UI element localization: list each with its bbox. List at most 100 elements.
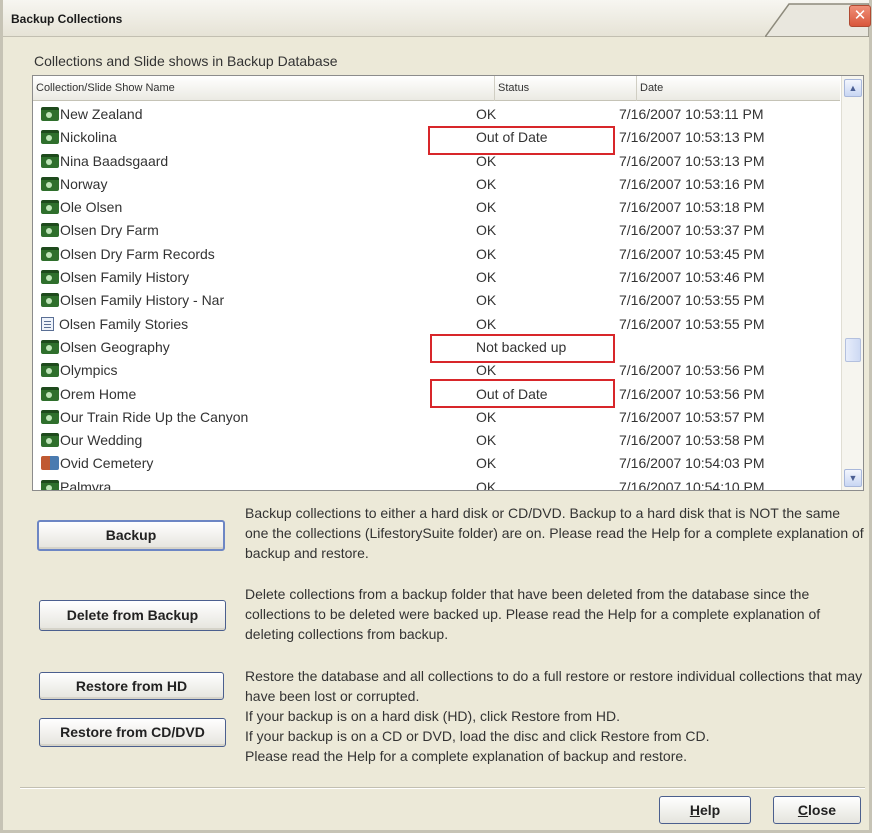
column-header-name[interactable]: Collection/Slide Show Name (33, 76, 495, 101)
list-row[interactable]: Palmyra OK 7/16/2007 10:54:10 PM (33, 476, 840, 491)
collection-icon (41, 363, 59, 378)
column-header-date[interactable]: Date (637, 76, 840, 101)
help-button-label: elp (699, 802, 721, 818)
row-name-cell: Olympics (41, 359, 118, 382)
row-status-cell: OK (476, 199, 497, 216)
row-name-cell: Olsen Geography (41, 336, 170, 359)
scroll-down-button[interactable]: ▼ (844, 469, 862, 487)
title-bar: Backup Collections ✕ (3, 0, 871, 37)
row-name-cell: Our Wedding (41, 429, 142, 452)
row-name-text: New Zealand (60, 106, 143, 122)
row-date-cell: 7/16/2007 10:53:56 PM (619, 362, 765, 379)
row-date-cell: 7/16/2007 10:53:11 PM (619, 106, 764, 122)
list-row[interactable]: Olsen Family History OK 7/16/2007 10:53:46… (33, 266, 840, 289)
row-name-cell: Palmyra (41, 476, 112, 491)
list-header: Collection/Slide Show Name Status Date (33, 76, 840, 101)
column-header-status[interactable]: Status (495, 76, 637, 101)
collection-icon (41, 176, 59, 191)
row-date-cell: 7/16/2007 10:54:10 PM (619, 478, 765, 491)
row-name-text: Olsen Family History (60, 269, 190, 286)
row-name-text: Olsen Dry Farm (60, 222, 159, 239)
collection-icon (41, 433, 59, 448)
row-name-text: Olsen Dry Farm Records (60, 245, 215, 262)
window-title: Backup Collections (11, 12, 123, 26)
row-name-text: Palmyra (60, 478, 112, 491)
scroll-thumb[interactable] (845, 338, 861, 362)
collection-icon (41, 223, 59, 238)
row-date-cell: 7/16/2007 10:53:13 PM (619, 129, 765, 146)
row-name-cell: Olsen Family History (41, 266, 189, 289)
restore-description-line: If your backup is on a hard disk (HD), c… (245, 708, 621, 724)
collection-icon (41, 130, 59, 145)
restore-from-hd-button[interactable]: Restore from HD (39, 672, 224, 700)
row-name-cell: Nickolina (41, 126, 117, 149)
row-name-text: Olympics (60, 362, 118, 379)
row-date-cell: 7/16/2007 10:53:56 PM (619, 385, 765, 402)
list-vertical-scrollbar[interactable]: ▲ ▼ (841, 76, 863, 490)
scroll-up-button[interactable]: ▲ (844, 79, 862, 97)
list-row[interactable]: Olsen Family History - Nar OK 7/16/2007 10… (33, 289, 840, 312)
row-status-cell: OK (476, 408, 497, 425)
row-name-cell: Ovid Cemetery (41, 452, 153, 475)
chevron-down-icon: ▼ (848, 473, 858, 483)
row-status-cell: OK (476, 175, 497, 192)
row-name-cell: Olsen Dry Farm (41, 219, 159, 242)
row-name-text: Our Train Ride Up the Canyon (60, 408, 249, 425)
list-row[interactable]: Norway OK 7/16/2007 10:53:16 PM (33, 173, 840, 196)
backup-collections-window: Backup Collections ✕ Collections and Sli… (0, 0, 872, 833)
collection-icon (41, 153, 59, 168)
collection-icon (41, 246, 59, 261)
list-row[interactable]: New Zealand OK 7/16/2007 10:53:11 PM (33, 103, 840, 126)
row-status-cell: OK (476, 269, 497, 286)
collection-icon (41, 339, 59, 354)
list-row[interactable]: Our Train Ride Up the Canyon OK 7/16/2007 … (33, 406, 840, 429)
collection-icon (41, 270, 59, 285)
list-row[interactable]: Olsen Dry Farm Records OK 7/16/2007 10:53:… (33, 243, 840, 266)
window-close-button[interactable]: ✕ (849, 5, 871, 27)
row-date-cell: 7/16/2007 10:53:46 PM (619, 269, 765, 286)
row-status-cell: OK (476, 106, 497, 122)
chevron-up-icon: ▲ (848, 83, 858, 93)
restore-from-cd-dvd-button[interactable]: Restore from CD/DVD (39, 718, 226, 747)
backup-collections-list[interactable]: Collection/Slide Show Name Status Date N… (32, 75, 864, 491)
row-date-cell: 7/16/2007 10:53:37 PM (619, 222, 765, 239)
list-rows: New Zealand OK 7/16/2007 10:53:11 PM Nickol… (33, 103, 840, 491)
row-name-text: Ovid Cemetery (60, 455, 154, 472)
row-date-cell: 7/16/2007 10:53:57 PM (619, 408, 765, 425)
list-row[interactable]: Olsen Dry Farm OK 7/16/2007 10:53:37 PM (33, 219, 840, 242)
row-name-text: Orem Home (60, 385, 137, 402)
row-name-cell: Orem Home (41, 383, 136, 406)
row-date-cell: 7/16/2007 10:53:13 PM (619, 152, 765, 169)
list-row[interactable]: Ovid Cemetery OK 7/16/2007 10:54:03 PM (33, 452, 840, 475)
list-row[interactable]: Olsen Family Stories OK 7/16/2007 10:53:55… (33, 313, 840, 336)
row-date-cell: 7/16/2007 10:53:45 PM (619, 245, 765, 262)
close-button-mnemonic: C (797, 802, 809, 818)
row-name-text: Our Wedding (60, 432, 143, 449)
status-highlight-box (430, 334, 615, 363)
delete-from-backup-button[interactable]: Delete from Backup (39, 600, 226, 631)
row-date-cell: 7/16/2007 10:53:18 PM (619, 199, 765, 216)
list-row[interactable]: Our Wedding OK 7/16/2007 10:53:58 PM (33, 429, 840, 452)
row-status-cell: OK (476, 245, 497, 262)
list-row[interactable]: Ole Olsen OK 7/16/2007 10:53:18 PM (33, 196, 840, 219)
row-name-cell: Nina Baadsgaard (41, 150, 168, 173)
help-button[interactable]: Help (659, 796, 751, 824)
backup-description: Backup collections to either a hard disk… (245, 505, 864, 561)
restore-description-line: If your backup is on a CD or DVD, load t… (245, 728, 710, 744)
document-icon (41, 316, 54, 331)
collection-icon (41, 409, 59, 424)
row-name-cell: Olsen Family History - Nar (41, 289, 224, 312)
backup-list-group-label: Collections and Slide shows in Backup Da… (34, 53, 338, 69)
row-date-cell: 7/16/2007 10:53:55 PM (619, 292, 765, 309)
close-icon: ✕ (853, 7, 867, 24)
row-name-text: Olsen Family Stories (59, 315, 189, 332)
close-button[interactable]: Close (773, 796, 861, 824)
close-button-label: lose (808, 802, 837, 818)
row-status-cell: OK (476, 478, 497, 491)
restore-description-line: Restore the database and all collections… (245, 668, 863, 704)
cemetery-icon (41, 456, 59, 471)
row-name-cell: Olsen Family Stories (41, 313, 188, 336)
status-highlight-box (430, 379, 615, 408)
backup-button[interactable]: Backup (37, 520, 225, 551)
help-button-mnemonic: H (689, 802, 700, 818)
